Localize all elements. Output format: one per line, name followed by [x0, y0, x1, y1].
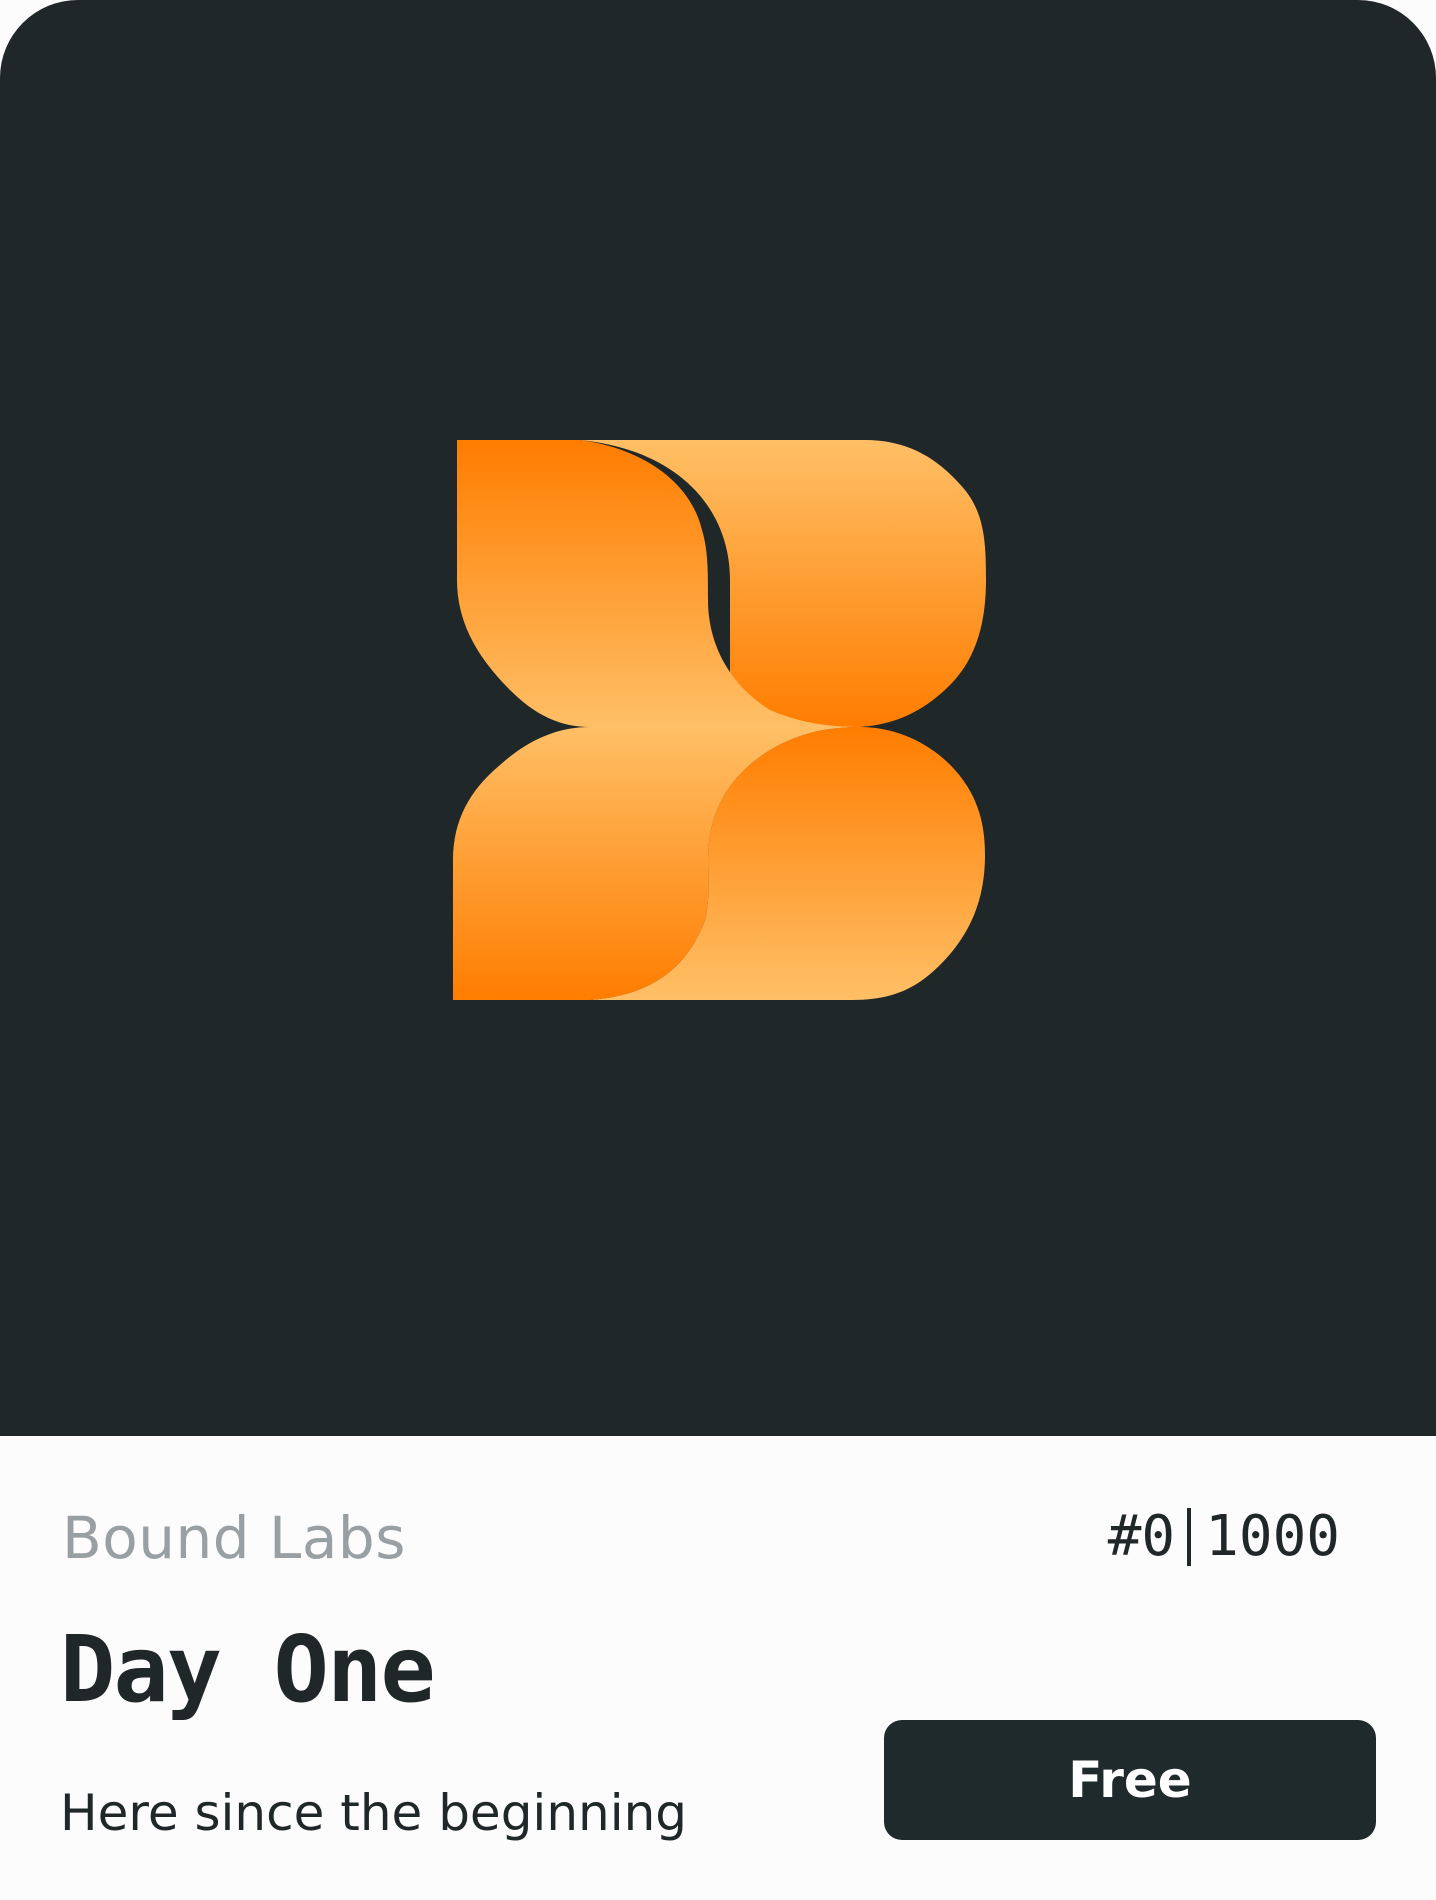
nft-artwork — [0, 0, 1436, 1436]
collection-name: Bound Labs — [62, 1504, 406, 1572]
item-title: Day One — [60, 1616, 436, 1723]
edition-number: #0 — [1107, 1504, 1176, 1569]
nft-card: Bound Labs #0 1000 Day One Here since th… — [0, 0, 1436, 1900]
edition-counter: #0 1000 — [1108, 1504, 1340, 1569]
edition-supply: 1000 — [1205, 1504, 1340, 1569]
item-description: Here since the beginning — [60, 1784, 688, 1842]
bound-labs-logo-icon — [453, 440, 986, 1000]
claim-free-button[interactable]: Free — [884, 1720, 1376, 1840]
edition-separator — [1187, 1507, 1192, 1566]
